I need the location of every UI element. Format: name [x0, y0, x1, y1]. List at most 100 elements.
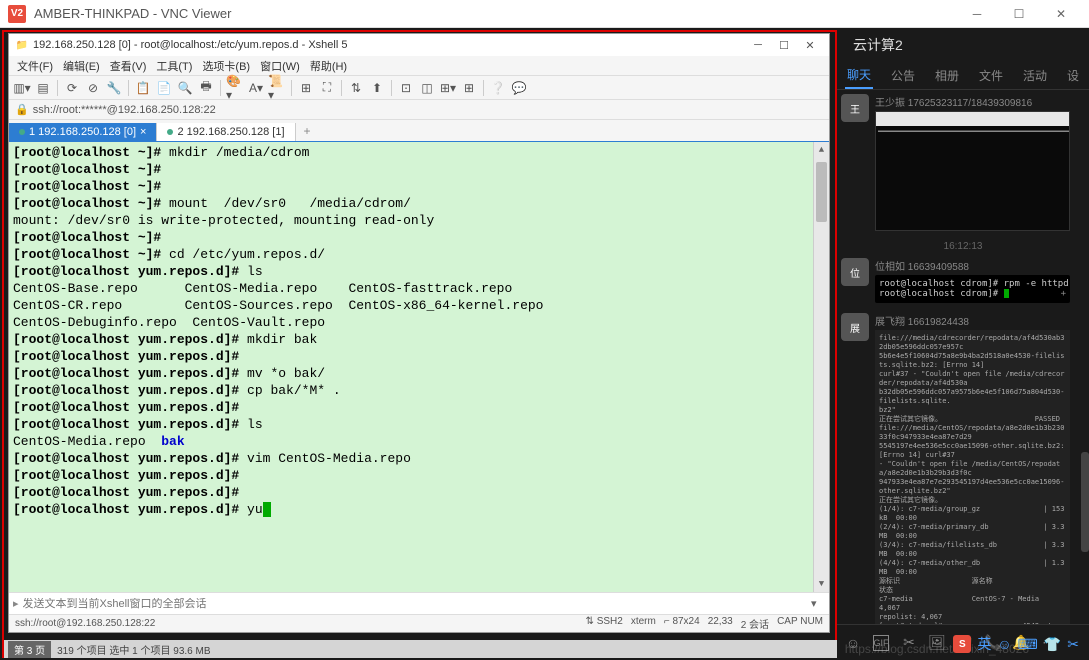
- tb-script-icon[interactable]: 📜▾: [268, 79, 286, 97]
- xshell-app-icon: 📁: [15, 38, 29, 52]
- xshell-tab-bar: 1 192.168.250.128 [0] × 2 192.168.250.12…: [9, 120, 829, 142]
- tb-open-icon[interactable]: ▤: [34, 79, 52, 97]
- sidebar-tab-settings[interactable]: 设: [1065, 63, 1081, 88]
- tb-search-icon[interactable]: 🔍: [176, 79, 194, 97]
- terminal-line: [root@localhost yum.repos.d]#: [13, 399, 825, 416]
- terminal-line: [root@localhost yum.repos.d]# ls: [13, 263, 825, 280]
- status-size: ⌐ 87x24: [664, 616, 700, 631]
- avatar[interactable]: 展: [841, 313, 869, 341]
- terminal-line: [root@localhost yum.repos.d]# cp bak/*M*…: [13, 382, 825, 399]
- tb-new-icon[interactable]: ▥▾: [13, 79, 31, 97]
- xshell-title: 192.168.250.128 [0] - root@localhost:/et…: [33, 39, 745, 51]
- chat-messages[interactable]: 王王少振 17625323117/18439309816 ▬▬▬▬▬▬▬▬▬▬▬▬…: [837, 90, 1089, 624]
- terminal-line: [root@localhost yum.repos.d]# mv *o bak/: [13, 365, 825, 382]
- terminal-scrollbar[interactable]: ▲▼: [813, 142, 829, 592]
- xshell-address-bar[interactable]: 🔒 ssh://root:******@192.168.250.128:22: [9, 100, 829, 120]
- status-left: ssh://root@192.168.250.128:22: [15, 618, 155, 629]
- xshell-close-button[interactable]: ✕: [797, 36, 823, 54]
- tab-add-button[interactable]: +: [296, 121, 319, 141]
- status-dot-icon: [167, 129, 173, 135]
- avatar[interactable]: 王: [841, 94, 869, 122]
- status-cursor: 22,33: [708, 616, 733, 631]
- terminal-line: [root@localhost yum.repos.d]# mkdir bak: [13, 331, 825, 348]
- sender-name: 展飞翔 16619824438: [875, 313, 1085, 328]
- ime-floating-bar[interactable]: S 英 ☺ ⌨ 👕 ✂: [947, 632, 1085, 656]
- terminal-area[interactable]: [root@localhost ~]# mkdir /media/cdrom[r…: [9, 142, 829, 592]
- tb-feedback-icon[interactable]: 💬: [510, 79, 528, 97]
- sender-name: 王少振 17625323117/18439309816: [875, 94, 1085, 109]
- tb-reconnect-icon[interactable]: ⟳: [63, 79, 81, 97]
- broadcast-dropdown-icon[interactable]: ▾: [811, 597, 825, 610]
- terminal-line: CentOS-Base.repo CentOS-Media.repo CentO…: [13, 280, 825, 297]
- terminal-line: CentOS-CR.repo CentOS-Sources.repo CentO…: [13, 297, 825, 314]
- xshell-broadcast-bar: ▸ ▾: [9, 592, 829, 614]
- scrollbar-thumb[interactable]: [1081, 452, 1089, 552]
- xshell-window: 📁 192.168.250.128 [0] - root@localhost:/…: [8, 33, 830, 633]
- tb-transfer-icon[interactable]: ⇅: [347, 79, 365, 97]
- sidebar-tab-files[interactable]: 文件: [977, 63, 1005, 88]
- sidebar-tab-activity[interactable]: 活动: [1021, 63, 1049, 88]
- menu-edit[interactable]: 编辑(E): [59, 56, 104, 76]
- tb-upload-icon[interactable]: ⬆: [368, 79, 386, 97]
- tb-misc2-icon[interactable]: ◫: [418, 79, 436, 97]
- sidebar-tabs: 聊天 公告 相册 文件 活动 设: [837, 62, 1089, 90]
- status-caps: CAP NUM: [777, 616, 823, 631]
- maximize-button[interactable]: ☐: [999, 2, 1039, 26]
- xshell-maximize-button[interactable]: ☐: [771, 36, 797, 54]
- scrollbar-thumb[interactable]: [816, 162, 827, 222]
- menu-file[interactable]: 文件(F): [13, 56, 57, 76]
- xshell-status-bar: ssh://root@192.168.250.128:22 ⇅ SSH2 xte…: [9, 614, 829, 632]
- terminal-line: [root@localhost yum.repos.d]#: [13, 467, 825, 484]
- status-dot-icon: [19, 129, 25, 135]
- ime-skin-icon[interactable]: 👕: [1044, 636, 1061, 653]
- tb-print-icon[interactable]: 🖶: [197, 79, 215, 97]
- minimize-button[interactable]: ─: [957, 2, 997, 26]
- session-tab-1[interactable]: 1 192.168.250.128 [0] ×: [9, 123, 157, 141]
- menu-window[interactable]: 窗口(W): [256, 56, 304, 76]
- tb-session-icon[interactable]: ⊞: [297, 79, 315, 97]
- tb-color-icon[interactable]: 🎨▾: [226, 79, 244, 97]
- scroll-down-icon[interactable]: ▼: [814, 576, 829, 592]
- sidebar-tab-chat[interactable]: 聊天: [845, 62, 873, 89]
- code-snippet[interactable]: root@localhost cdrom]# rpm -e httpd root…: [875, 275, 1070, 303]
- screenshot-thumbnail[interactable]: ▬▬▬▬▬▬▬▬▬▬▬▬▬▬▬▬▬▬▬▬▬▬▬▬▬▬▬▬▬▬▬▬▬▬▬▬▬▬▬▬…: [875, 111, 1070, 231]
- sidebar-tab-album[interactable]: 相册: [933, 63, 961, 88]
- menu-tabs[interactable]: 选项卡(B): [198, 56, 254, 76]
- tb-props-icon[interactable]: 🔧: [105, 79, 123, 97]
- ime-tool-icon[interactable]: ✂: [1067, 636, 1079, 653]
- chat-message: 位位相如 16639409588root@localhost cdrom]# r…: [841, 258, 1085, 303]
- sogou-logo-icon[interactable]: S: [953, 635, 971, 653]
- broadcast-input[interactable]: [19, 598, 811, 610]
- terminal-line: [root@localhost yum.repos.d]# vim CentOS…: [13, 450, 825, 467]
- log-output[interactable]: file:///media/cdrecorder/repodata/af4d53…: [875, 330, 1070, 624]
- address-text: ssh://root:******@192.168.250.128:22: [33, 104, 216, 116]
- tb-misc1-icon[interactable]: ⊡: [397, 79, 415, 97]
- terminal-line: [root@localhost yum.repos.d]# yu: [13, 501, 825, 518]
- tb-copy-icon[interactable]: 📋: [134, 79, 152, 97]
- sidebar-tab-notice[interactable]: 公告: [889, 63, 917, 88]
- scroll-up-icon[interactable]: ▲: [814, 142, 829, 158]
- tb-tile-icon[interactable]: ⊞▾: [439, 79, 457, 97]
- avatar[interactable]: 位: [841, 258, 869, 286]
- menu-view[interactable]: 查看(V): [106, 56, 151, 76]
- xshell-minimize-button[interactable]: ─: [745, 36, 771, 54]
- chat-scrollbar[interactable]: [1079, 92, 1089, 624]
- tb-paste-icon[interactable]: 📄: [155, 79, 173, 97]
- tab-label: 2 192.168.250.128 [1]: [177, 126, 284, 138]
- tb-misc3-icon[interactable]: ⊞: [460, 79, 478, 97]
- close-button[interactable]: ✕: [1041, 2, 1081, 26]
- ime-lang-icon[interactable]: 英: [977, 634, 991, 654]
- menu-tools[interactable]: 工具(T): [152, 56, 196, 76]
- session-tab-2[interactable]: 2 192.168.250.128 [1]: [157, 123, 295, 141]
- menu-help[interactable]: 帮助(H): [306, 56, 351, 76]
- tab-close-icon[interactable]: ×: [140, 126, 146, 138]
- ime-keyboard-icon[interactable]: ⌨: [1018, 636, 1038, 653]
- chat-message: 展展飞翔 16619824438 file:///media/cdrecorder…: [841, 313, 1085, 624]
- ime-emoji-icon[interactable]: ☺: [997, 636, 1011, 652]
- tb-font-icon[interactable]: A▾: [247, 79, 265, 97]
- tb-fullscreen-icon[interactable]: ⛶: [318, 79, 336, 97]
- vnc-content-area: 📁 192.168.250.128 [0] - root@localhost:/…: [0, 28, 1089, 660]
- tb-disconnect-icon[interactable]: ⊘: [84, 79, 102, 97]
- xshell-titlebar: 📁 192.168.250.128 [0] - root@localhost:/…: [9, 34, 829, 56]
- tb-help-icon[interactable]: ❔: [489, 79, 507, 97]
